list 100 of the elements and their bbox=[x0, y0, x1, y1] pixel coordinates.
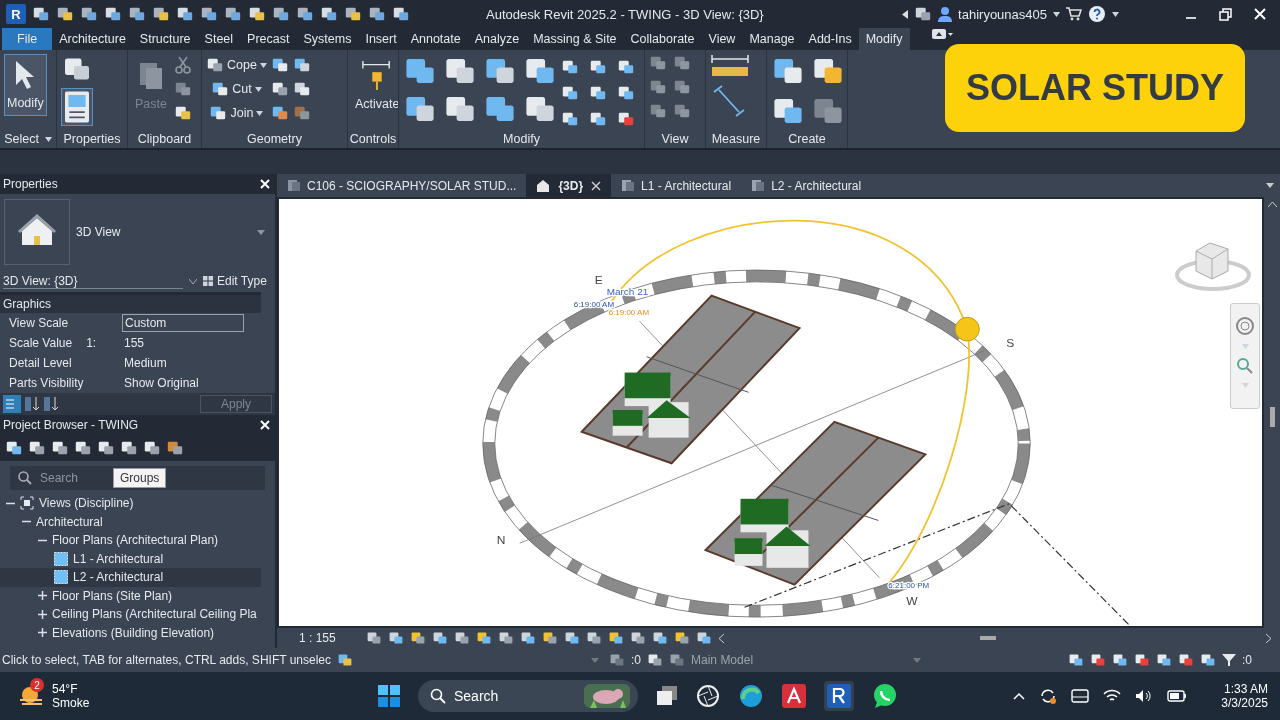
scale-control[interactable]: 1 : 155 bbox=[299, 631, 336, 645]
view-control-icon[interactable] bbox=[409, 630, 426, 646]
document-tab[interactable]: {3D} bbox=[526, 174, 612, 197]
task-view-icon[interactable] bbox=[656, 686, 678, 706]
scroll-up-icon[interactable] bbox=[1267, 201, 1277, 207]
document-tab[interactable]: L2 - Architectural bbox=[741, 174, 872, 197]
scroll-left-icon[interactable] bbox=[717, 633, 724, 643]
view-control-icon[interactable] bbox=[629, 630, 646, 646]
document-tab[interactable]: L1 - Architectural bbox=[611, 174, 742, 197]
expand-icon[interactable] bbox=[38, 628, 47, 638]
ribbon-tab[interactable]: Systems bbox=[296, 28, 359, 50]
browser-filter-icon[interactable] bbox=[120, 439, 138, 457]
modify-button[interactable]: Modify bbox=[4, 54, 47, 116]
property-field[interactable]: Custom bbox=[122, 314, 244, 332]
view-control-icon[interactable] bbox=[695, 630, 712, 646]
view-tool-icon[interactable] bbox=[649, 78, 667, 96]
user-name[interactable]: tahiryounas405 bbox=[958, 6, 1047, 22]
tree-item[interactable]: Floor Plans (Architectural Plan) bbox=[0, 531, 261, 550]
geometry-tool[interactable]: Cut bbox=[211, 80, 262, 98]
workset-icon[interactable] bbox=[609, 652, 625, 668]
app-icon[interactable] bbox=[782, 684, 806, 708]
tool-icon[interactable] bbox=[292, 56, 311, 74]
tree-item[interactable]: Views (Discipline) bbox=[0, 494, 261, 513]
ribbon-tab[interactable]: Steel bbox=[197, 28, 241, 50]
browser-icon[interactable] bbox=[738, 683, 764, 709]
caret-icon[interactable] bbox=[1112, 11, 1119, 17]
sort-descending-icon[interactable] bbox=[43, 395, 59, 413]
property-value[interactable]: 155 bbox=[124, 336, 145, 350]
tree-item[interactable]: Elevations (Building Elevation) bbox=[0, 623, 261, 642]
instance-dropdown[interactable]: 3D View: {3D} bbox=[3, 273, 183, 289]
properties-palette-icon[interactable] bbox=[61, 88, 93, 126]
view-control-icon[interactable] bbox=[475, 630, 492, 646]
view-control-icon[interactable] bbox=[563, 630, 580, 646]
aperture-icon[interactable] bbox=[696, 684, 720, 708]
wifi-icon[interactable] bbox=[1103, 689, 1122, 703]
toolbar-icon[interactable] bbox=[200, 5, 218, 23]
caret-icon[interactable] bbox=[259, 62, 267, 68]
view-tool-icon[interactable] bbox=[673, 78, 691, 96]
modify-tool-icon[interactable] bbox=[589, 58, 607, 76]
help-icon[interactable] bbox=[1088, 5, 1106, 23]
view-tool-icon[interactable] bbox=[673, 102, 691, 120]
selection-option-icon[interactable] bbox=[1090, 652, 1106, 668]
view-control-icon[interactable] bbox=[453, 630, 470, 646]
sun-icon[interactable] bbox=[954, 316, 980, 342]
view-control-icon[interactable] bbox=[541, 630, 558, 646]
zoom-icon[interactable] bbox=[1236, 357, 1254, 375]
selection-option-icon[interactable] bbox=[1178, 652, 1194, 668]
tree-item[interactable]: L2 - Architectural bbox=[0, 568, 261, 587]
restore-icon[interactable] bbox=[1219, 7, 1232, 21]
view-control-icon[interactable] bbox=[651, 630, 668, 646]
cope-icon[interactable] bbox=[206, 56, 224, 74]
expand-icon[interactable] bbox=[38, 609, 47, 619]
view-control-icon[interactable] bbox=[673, 630, 690, 646]
start-icon[interactable] bbox=[378, 685, 400, 707]
copy-icon[interactable] bbox=[173, 80, 192, 98]
property-value[interactable]: Show Original bbox=[124, 376, 199, 390]
view-control-icon[interactable] bbox=[585, 630, 602, 646]
type-selector[interactable]: 3D View bbox=[0, 194, 275, 270]
ribbon-tab[interactable]: Modify bbox=[858, 28, 910, 50]
view-control-icon[interactable] bbox=[519, 630, 536, 646]
modify-tool-icon[interactable] bbox=[617, 110, 635, 128]
toolbar-icon[interactable] bbox=[32, 5, 50, 23]
toolbar-icon[interactable] bbox=[368, 5, 386, 23]
app-logo[interactable]: R bbox=[6, 4, 26, 24]
browser-filter-icon[interactable] bbox=[51, 439, 69, 457]
ribbon-tab[interactable]: Collaborate bbox=[623, 28, 702, 50]
display-icon[interactable] bbox=[1071, 689, 1090, 703]
geometry-tool[interactable]: Cope bbox=[206, 56, 267, 74]
toolbar-icon[interactable] bbox=[392, 5, 410, 23]
edit-type-button[interactable]: Edit Type bbox=[203, 274, 267, 288]
chevron-up-icon[interactable] bbox=[1013, 692, 1026, 700]
caret-icon[interactable] bbox=[254, 86, 262, 92]
dropdown-arrow-icon[interactable] bbox=[1266, 183, 1274, 188]
binoculars-icon[interactable] bbox=[914, 5, 933, 23]
toolbar-icon[interactable] bbox=[272, 5, 290, 23]
sort-ascending-icon[interactable] bbox=[24, 395, 40, 413]
selection-option-icon[interactable] bbox=[1112, 652, 1128, 668]
toolbar-icon[interactable] bbox=[128, 5, 146, 23]
expand-icon[interactable] bbox=[38, 591, 47, 601]
tree-item[interactable]: Floor Plans (Site Plan) bbox=[0, 586, 261, 605]
navigation-bar[interactable] bbox=[1230, 303, 1260, 409]
chat-icon[interactable] bbox=[872, 683, 898, 709]
battery-icon[interactable] bbox=[1167, 689, 1188, 703]
view-tool-icon[interactable] bbox=[673, 54, 691, 72]
join-icon[interactable] bbox=[209, 104, 228, 122]
selection-option-icon[interactable] bbox=[1200, 652, 1216, 668]
clock-time[interactable]: 1:33 AM bbox=[1223, 682, 1268, 696]
panel-toggle-icon[interactable] bbox=[931, 28, 954, 40]
view-tool-icon[interactable] bbox=[649, 54, 667, 72]
ribbon-tab[interactable]: Manage bbox=[742, 28, 802, 50]
tool-icon[interactable] bbox=[270, 56, 289, 74]
close-icon[interactable] bbox=[591, 180, 602, 191]
caret-left-icon[interactable] bbox=[902, 9, 909, 19]
scrollbar-thumb[interactable] bbox=[1269, 407, 1275, 427]
document-tab[interactable]: C106 - SCIOGRAPHY/SOLAR STUD... bbox=[277, 174, 527, 197]
browser-filter-icon[interactable] bbox=[74, 439, 92, 457]
view-tool-icon[interactable] bbox=[649, 102, 667, 120]
hammer-icon[interactable] bbox=[292, 104, 311, 122]
steering-wheel-icon[interactable] bbox=[1235, 316, 1255, 336]
ribbon-tab[interactable]: View bbox=[701, 28, 743, 50]
